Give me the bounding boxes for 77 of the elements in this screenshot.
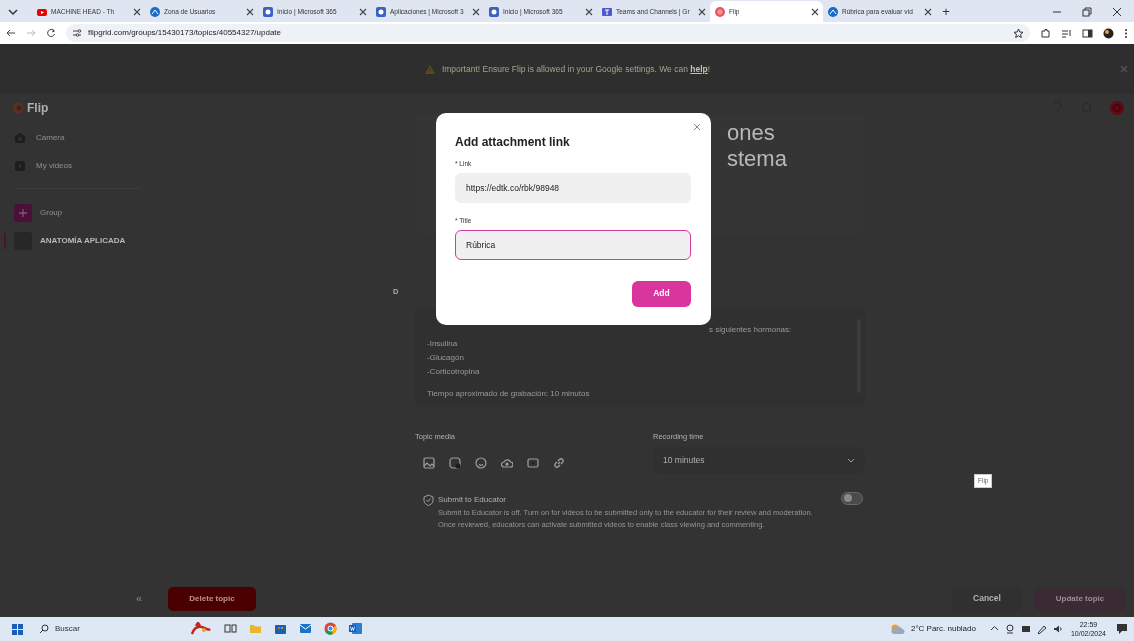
back-icon[interactable] [6, 28, 16, 38]
notification-icon[interactable] [1116, 623, 1128, 635]
collapse-button[interactable]: « [135, 590, 142, 607]
recording-time-dropdown[interactable]: 10 minutes [653, 446, 865, 474]
url-text: flipgrid.com/groups/15430173/topics/40554327/update [88, 27, 282, 39]
pen-icon[interactable] [1036, 624, 1047, 634]
sidebar-group-item[interactable]: Group [12, 203, 147, 223]
description-line: s siguientes hormonas: [709, 324, 792, 337]
help-link[interactable]: help [690, 63, 708, 74]
close-icon[interactable] [585, 7, 593, 16]
sidebar-item[interactable]: My videos [14, 158, 134, 174]
taskbar-search-field[interactable]: Buscar [35, 619, 165, 639]
extensions-icon[interactable] [1040, 27, 1051, 39]
site-settings-icon[interactable] [72, 28, 82, 38]
close-icon[interactable] [246, 7, 254, 16]
chrome-icon[interactable] [324, 622, 337, 636]
banner-message: Important! Ensure Flip is allowed in your Google settings. We can help! [441, 62, 711, 76]
close-icon[interactable] [472, 7, 480, 16]
close-icon[interactable] [924, 7, 932, 16]
store-icon[interactable] [274, 622, 287, 636]
windows-start-icon[interactable] [12, 623, 23, 635]
tab-favicon-icon [827, 5, 839, 18]
app-logo-text: Flip [27, 100, 49, 117]
task-view-icon[interactable] [224, 622, 237, 636]
add-button[interactable]: Add [632, 280, 691, 307]
cloud-upload-icon[interactable] [501, 456, 513, 469]
submit-to-educator-title: Submit to Educator [438, 493, 507, 506]
emoji-icon[interactable] [475, 456, 487, 469]
plus-icon [14, 204, 32, 222]
description-line: Tiempo aproximado de grabación: 10 minutos [427, 388, 590, 401]
close-icon[interactable] [133, 7, 141, 16]
search-icon [39, 624, 49, 634]
close-icon[interactable] [698, 7, 706, 16]
sidebar-item[interactable]: Camera [14, 130, 134, 146]
weather-text: 2°C Parc. nublado [910, 623, 976, 635]
sidebar-group-item[interactable]: ANATOMÍA APLICADA [12, 231, 147, 251]
chevron-down-icon [847, 457, 855, 463]
tab-favicon-icon [714, 5, 726, 18]
bookmark-star-icon[interactable] [1013, 27, 1024, 39]
new-tab-button[interactable]: + [936, 1, 956, 22]
delete-topic-button[interactable]: Delete topic [168, 586, 256, 611]
tab-favicon-icon [375, 5, 387, 18]
shield-check-icon [423, 493, 434, 506]
text-input-field[interactable]: https://edtk.co/rbk/98948 [455, 172, 691, 203]
volume-icon[interactable] [1052, 624, 1063, 634]
restore-icon[interactable] [1082, 6, 1092, 17]
topic-title-text: stema [727, 146, 788, 172]
address-bar[interactable]: flipgrid.com/groups/15430173/topics/40554327/update [66, 24, 1030, 42]
dialog-title: Add attachment link [455, 134, 571, 151]
media-control-icon[interactable] [1061, 27, 1072, 39]
description-line: -Insulina [427, 338, 458, 351]
menu-icon[interactable] [1124, 27, 1128, 39]
text-input-field[interactable]: Rúbrica [455, 229, 691, 260]
flip-logo-icon [12, 102, 24, 114]
side-panel-icon[interactable] [1082, 27, 1093, 39]
image-icon[interactable] [423, 456, 435, 469]
close-icon[interactable] [811, 7, 819, 16]
description-line: -Corticotropina [427, 366, 480, 379]
cancel-button[interactable]: Cancel [952, 586, 1022, 611]
description-line: -Glucagón [427, 352, 464, 365]
mail-icon[interactable] [299, 622, 312, 636]
tab-favicon-icon [488, 5, 500, 18]
topic-title-text: ones [727, 120, 776, 146]
weather-cloud-icon [889, 623, 906, 635]
submit-toggle[interactable] [841, 491, 863, 505]
tab-favicon-icon [149, 5, 161, 18]
close-icon[interactable] [359, 7, 367, 16]
link-icon[interactable] [553, 456, 565, 469]
word-icon[interactable] [349, 622, 362, 636]
video-play-icon[interactable] [527, 456, 539, 469]
reload-icon[interactable] [46, 28, 56, 38]
close-icon[interactable] [1112, 6, 1122, 17]
description-field[interactable]: s siguientes hormonas: -Insulina -Glucagón -Corticotropina Tiempo aproximado de grabación: 10 minutos [415, 309, 865, 408]
profile-avatar-icon[interactable] [1103, 27, 1114, 39]
tab-favicon-icon [601, 5, 613, 18]
tab-favicon-icon [262, 5, 274, 18]
warning-icon [423, 63, 436, 75]
